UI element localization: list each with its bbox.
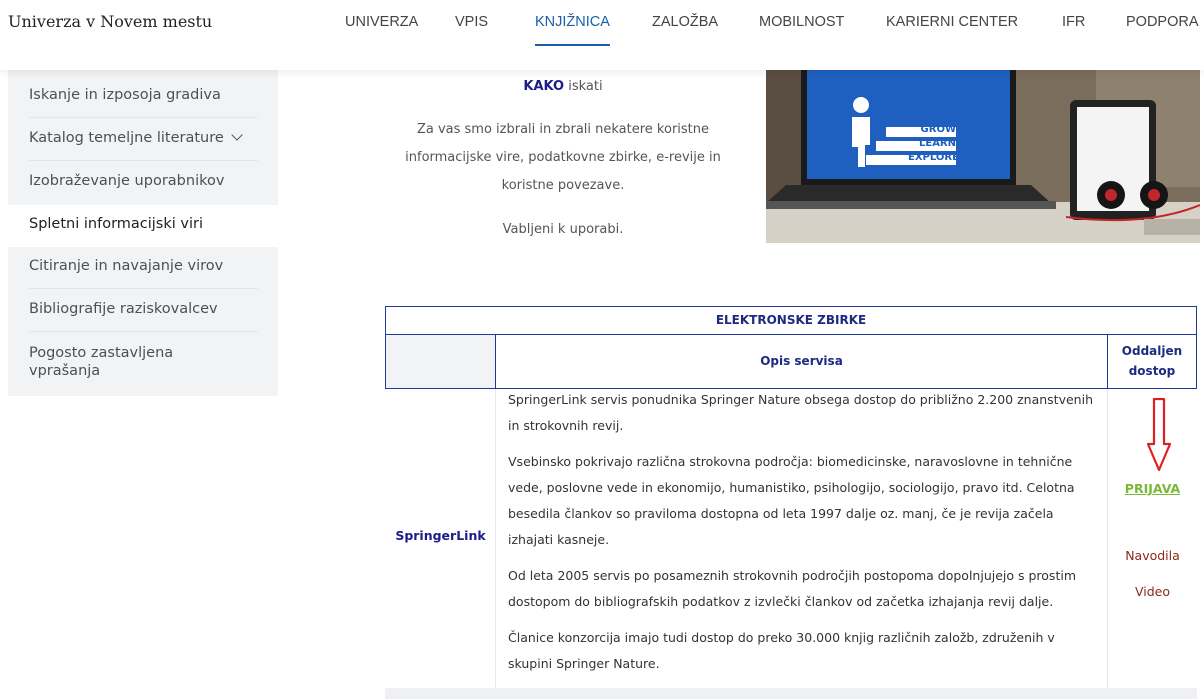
intro-heading-rest: iskati [564,79,603,94]
sidebar-item-label: Citiranje in navajanje virov [29,258,224,274]
sidebar-divider [29,160,258,161]
intro-heading-bold: KAKO [523,79,565,94]
table-divider [1107,389,1108,699]
sidebar-item-label: Pogosto zastavljena vprašanja [29,345,174,379]
table-next-row [385,688,1197,699]
chevron-down-icon[interactable] [231,129,243,141]
intro-line-3: koristne povezave. [501,178,625,193]
sidebar-item-label: Bibliografije raziskovalcev [29,301,218,317]
intro-line-2: informacijske vire, podatkovne zbirke, e… [405,150,721,165]
table-header-desc: Opis servisa [495,334,1108,389]
sidebar-divider [29,331,258,332]
col-header-dostop: dostop [1128,364,1176,378]
sidebar-divider [29,117,258,118]
hero-illustration [766,67,1200,243]
hero-text-explore: EXPLORE [908,152,959,163]
desc-p2-l2: vede, poslovne vede in ekonomijo, humani… [508,480,1075,495]
desc-p1-l1: SpringerLink servis ponudnika Springer N… [508,392,1093,407]
login-cell: PRIJAVA [1108,478,1197,497]
sidebar-item-label: Katalog temeljne literature [29,130,224,146]
sidebar-item-citiranje[interactable]: Citiranje in navajanje virov [8,258,278,274]
desc-p4-l2: skupini Springer Nature. [508,656,660,671]
sidebar-item-pogosta-vprasanja[interactable]: Pogosto zastavljena vprašanja [8,344,208,380]
table-title: ELEKTRONSKE ZBIRKE [715,313,867,327]
red-arrow-icon [1146,398,1172,472]
guide-cell: Navodila [1108,545,1197,564]
sidebar-item-spletni-viri[interactable]: Spletni informacijski viri [8,205,278,247]
table-title-cell: ELEKTRONSKE ZBIRKE [385,306,1197,335]
nav-mobilnost[interactable]: MOBILNOST [759,14,844,30]
login-link[interactable]: PRIJAVA [1125,481,1180,496]
sidebar-item-iskanje[interactable]: Iskanje in izposoja gradiva [8,87,278,103]
site-logo[interactable]: Univerza v Novem mestu [8,12,212,31]
hero-image: GROW LEARN EXPLORE [766,67,1200,243]
desc-p2-l4: izhajati kasneje. [508,532,610,547]
nav-karierni-center[interactable]: KARIERNI CENTER [886,14,1018,30]
nav-vpis[interactable]: VPIS [455,14,488,30]
video-link[interactable]: Video [1135,584,1170,599]
sidebar-item-bibliografije[interactable]: Bibliografije raziskovalcev [8,301,278,317]
col-header-oddaljen: Oddaljen [1121,344,1183,358]
video-cell: Video [1108,581,1197,600]
hero-text-grow: GROW [920,124,956,135]
site-header: Univerza v Novem mestu UNIVERZA VPIS KNJ… [0,0,1204,70]
sidebar-divider [29,288,258,289]
sidebar-item-label: Iskanje in izposoja gradiva [29,87,221,103]
nav-ifr[interactable]: IFR [1062,14,1085,30]
desc-p4-l1: Članice konzorcija imajo tudi dostop do … [508,630,1055,645]
table-header-empty [385,334,496,389]
intro-welcome: Vabljeni k uporabi. [502,222,624,237]
table-header-access: Oddaljen dostop [1107,334,1197,389]
sidebar: Iskanje in izposoja gradiva Katalog teme… [8,70,278,396]
desc-p3-l2: dostopom do bibliografskih podatkov z iz… [508,594,1054,609]
nav-knjiznica[interactable]: KNJIŽNICA [535,14,610,46]
table-divider [495,389,496,699]
desc-p2-l3: besedila člankov so praviloma dostopna o… [508,506,1054,521]
hero-text-block: GROW LEARN EXPLORE [908,124,959,163]
sidebar-item-izobrazevanje[interactable]: Izobraževanje uporabnikov [8,173,278,189]
service-name[interactable]: SpringerLink [385,528,496,543]
sidebar-item-katalog[interactable]: Katalog temeljne literature [8,129,278,146]
guide-link[interactable]: Navodila [1125,548,1180,563]
hero-text-learn: LEARN [918,138,956,149]
nav-podpora[interactable]: PODPORA [1126,14,1199,30]
sidebar-item-label: Spletni informacijski viri [29,216,203,232]
desc-p3-l1: Od leta 2005 servis po posameznih stroko… [508,568,1076,583]
nav-zalozba[interactable]: ZALOŽBA [652,14,718,30]
col-header-opis: Opis servisa [760,354,843,368]
intro-line-1: Za vas smo izbrali in zbrali nekatere ko… [416,122,710,137]
service-description: SpringerLink servis ponudnika Springer N… [508,387,1098,677]
sidebar-item-label: Izobraževanje uporabnikov [29,173,225,189]
desc-p1-l2: in strokovnih revij. [508,418,624,433]
desc-p2-l1: Vsebinsko pokrivajo različna strokovna p… [508,454,1073,469]
intro-heading: KAKO iskati [383,79,743,94]
nav-univerza[interactable]: UNIVERZA [345,14,418,30]
